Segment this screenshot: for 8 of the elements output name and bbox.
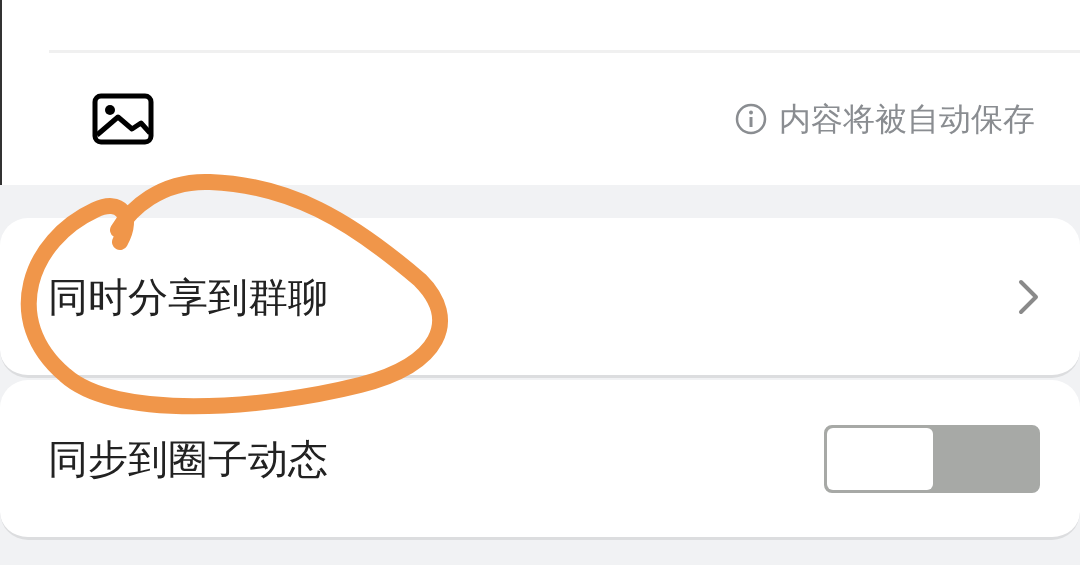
- chevron-right-icon: [1018, 278, 1040, 315]
- setting-label: 同步到圈子动态: [48, 434, 328, 484]
- autosave-note: 内容将被自动保存: [779, 99, 1035, 140]
- image-icon[interactable]: [92, 93, 154, 145]
- setting-label: 同时分享到群聊: [48, 272, 328, 322]
- settings-card[interactable]: 同时分享到群聊: [0, 218, 1080, 378]
- toggle-switch[interactable]: [824, 424, 1040, 493]
- info-icon: [735, 103, 767, 135]
